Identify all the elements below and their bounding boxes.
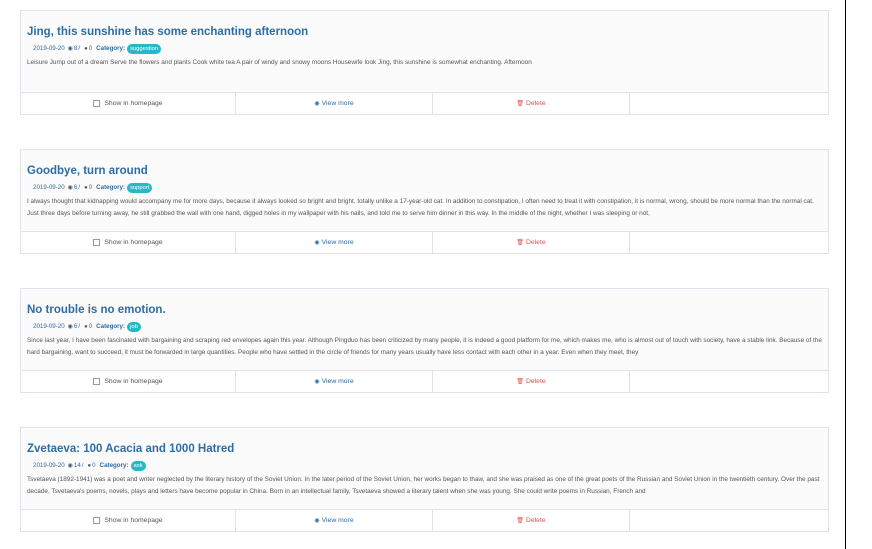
category-badge[interactable]: job [127, 322, 141, 332]
category-label: Category: [96, 323, 126, 330]
show-in-homepage-toggle[interactable]: Show in homepage [21, 232, 236, 253]
show-in-homepage-toggle[interactable]: Show in homepage [21, 93, 236, 114]
trash-icon: 🗑 [516, 240, 524, 246]
comment-count: 0 [88, 323, 93, 330]
comment-icon: ● [84, 324, 88, 330]
post-excerpt: Leisure Jump out of a dream Serve the fl… [27, 59, 532, 66]
post-card: Zvetaeva: 100 Acacia and 1000 Hatred 201… [20, 427, 829, 532]
post-actions: Show in homepage ◉ View more 🗑 Delete [21, 370, 828, 392]
show-in-homepage-label: Show in homepage [104, 239, 163, 246]
post-body: No trouble is no emotion. 2019-09-20 ◉ 6… [21, 289, 828, 370]
post-card: No trouble is no emotion. 2019-09-20 ◉ 6… [20, 288, 829, 393]
post-date: 2019-09-20 [33, 462, 65, 469]
show-in-homepage-toggle[interactable]: Show in homepage [21, 510, 236, 531]
eye-icon: ◉ [314, 101, 320, 107]
checkbox-icon[interactable] [93, 239, 101, 246]
delete-button[interactable]: 🗑 Delete [433, 232, 630, 253]
post-meta: 2019-09-20 ◉ 6 / ● 0 Category: support [33, 183, 822, 193]
show-in-homepage-label: Show in homepage [104, 378, 163, 385]
category-label: Category: [96, 45, 126, 52]
eye-icon: ◉ [67, 324, 73, 330]
show-in-homepage-label: Show in homepage [104, 100, 163, 107]
actions-spacer [630, 232, 828, 253]
delete-label: Delete [525, 517, 546, 524]
eye-icon: ◉ [314, 240, 320, 246]
view-more-label: View more [321, 378, 354, 385]
view-more-link[interactable]: ◉ View more [236, 232, 433, 253]
category-badge[interactable]: ask [130, 461, 146, 471]
comment-icon: ● [84, 46, 88, 52]
view-more-label: View more [321, 100, 354, 107]
delete-button[interactable]: 🗑 Delete [433, 510, 630, 531]
view-more-link[interactable]: ◉ View more [236, 510, 433, 531]
post-actions: Show in homepage ◉ View more 🗑 Delete [21, 92, 828, 114]
comment-icon: ● [84, 185, 88, 191]
post-actions: Show in homepage ◉ View more 🗑 Delete [21, 231, 828, 253]
meta-separator: / [78, 323, 81, 330]
post-date: 2019-09-20 [33, 45, 65, 52]
view-count: 8 [73, 45, 78, 52]
comment-count: 0 [92, 462, 96, 469]
view-more-link[interactable]: ◉ View more [236, 93, 433, 114]
post-meta: 2019-09-20 ◉ 6 / ● 0 Category: job [33, 322, 822, 332]
post-date: 2019-09-20 [33, 184, 65, 191]
view-more-label: View more [321, 517, 354, 524]
actions-spacer [630, 371, 828, 392]
eye-icon: ◉ [67, 46, 73, 52]
checkbox-icon[interactable] [93, 100, 101, 107]
view-more-link[interactable]: ◉ View more [236, 371, 433, 392]
category-label: Category: [99, 462, 129, 469]
comment-count: 0 [88, 45, 93, 52]
post-actions: Show in homepage ◉ View more 🗑 Delete [21, 509, 828, 531]
delete-button[interactable]: 🗑 Delete [433, 371, 630, 392]
meta-separator: / [78, 184, 81, 191]
comment-icon: ● [87, 463, 92, 469]
delete-label: Delete [525, 100, 546, 107]
trash-icon: 🗑 [516, 379, 524, 385]
delete-label: Delete [525, 239, 546, 246]
post-body: Goodbye, turn around 2019-09-20 ◉ 6 / ● … [21, 150, 828, 231]
show-in-homepage-label: Show in homepage [104, 517, 163, 524]
checkbox-icon[interactable] [93, 517, 101, 524]
post-title[interactable]: Zvetaeva: 100 Acacia and 1000 Hatred [27, 442, 822, 456]
actions-spacer [630, 93, 828, 114]
post-title[interactable]: No trouble is no emotion. [27, 303, 822, 317]
window-border [845, 0, 846, 549]
view-count: 6 [73, 184, 78, 191]
post-excerpt: Since last year, I have been fascinated … [27, 337, 822, 356]
trash-icon: 🗑 [516, 518, 524, 524]
trash-icon: 🗑 [516, 101, 524, 107]
checkbox-icon[interactable] [93, 378, 101, 385]
post-excerpt: Tsvetaeva (1892-1941) was a poet and wri… [27, 476, 820, 495]
post-date: 2019-09-20 [33, 323, 65, 330]
category-badge[interactable]: support [127, 183, 153, 193]
post-body: Jing, this sunshine has some enchanting … [21, 11, 828, 92]
eye-icon: ◉ [67, 463, 73, 469]
post-body: Zvetaeva: 100 Acacia and 1000 Hatred 201… [21, 428, 828, 509]
post-excerpt: I always thought that kidnapping would a… [27, 198, 814, 217]
eye-icon: ◉ [67, 185, 73, 191]
category-badge[interactable]: suggestion [127, 44, 162, 54]
post-meta: 2019-09-20 ◉ 8 / ● 0 Category: suggestio… [33, 44, 822, 54]
view-more-label: View more [321, 239, 354, 246]
meta-separator: / [81, 462, 84, 469]
delete-label: Delete [525, 378, 546, 385]
show-in-homepage-toggle[interactable]: Show in homepage [21, 371, 236, 392]
post-meta: 2019-09-20 ◉ 14 / ● 0 Category: ask [33, 461, 822, 471]
post-card: Goodbye, turn around 2019-09-20 ◉ 6 / ● … [20, 149, 829, 254]
post-title[interactable]: Goodbye, turn around [27, 164, 822, 178]
actions-spacer [630, 510, 828, 531]
delete-button[interactable]: 🗑 Delete [433, 93, 630, 114]
eye-icon: ◉ [314, 379, 320, 385]
meta-separator: / [78, 45, 81, 52]
view-count: 14 [73, 462, 81, 469]
post-title[interactable]: Jing, this sunshine has some enchanting … [27, 25, 822, 39]
eye-icon: ◉ [314, 518, 320, 524]
post-card: Jing, this sunshine has some enchanting … [20, 10, 829, 115]
comment-count: 0 [88, 184, 93, 191]
category-label: Category: [96, 184, 126, 191]
view-count: 6 [73, 323, 78, 330]
